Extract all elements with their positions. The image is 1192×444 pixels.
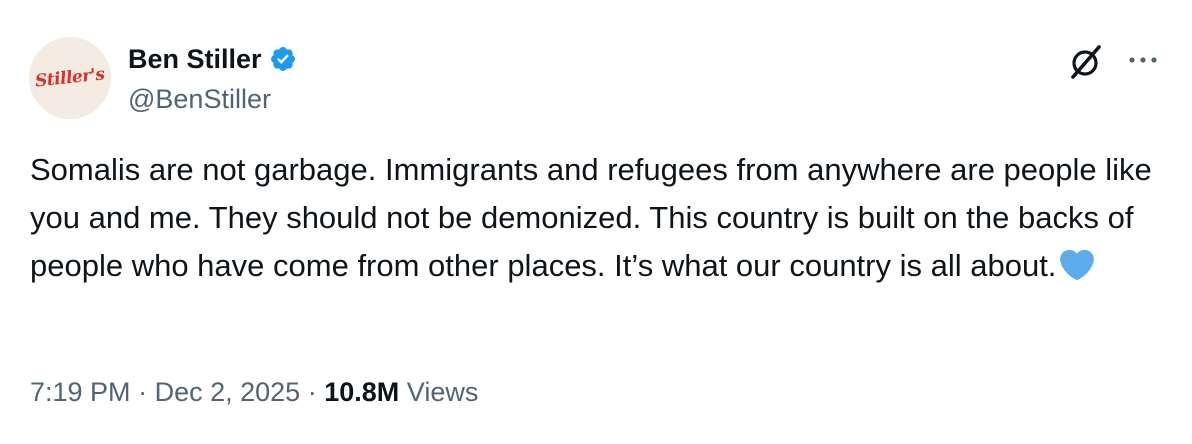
grok-icon[interactable]	[1066, 42, 1106, 82]
views-label: Views	[406, 377, 479, 407]
meta-separator: ·	[307, 377, 317, 407]
tweet-timestamp[interactable]: 7:19 PM · Dec 2, 2025	[30, 377, 300, 407]
author-name-row: Ben Stiller	[128, 42, 297, 76]
author-display-name[interactable]: Ben Stiller	[128, 42, 262, 76]
tweet-meta: 7:19 PM · Dec 2, 2025 · 10.8M Views	[30, 372, 478, 412]
tweet-text: Somalis are not garbage. Immigrants and …	[30, 146, 1170, 290]
author-handle[interactable]: @BenStiller	[128, 82, 271, 116]
tweet-card: Stiller's Ben Stiller @BenStiller Somali…	[0, 0, 1192, 444]
meta-separator: ·	[138, 377, 148, 407]
tweet-body: Somalis are not garbage. Immigrants and …	[30, 152, 1152, 283]
verified-badge-icon[interactable]	[269, 45, 297, 73]
blue-heart-icon	[1060, 249, 1095, 281]
avatar-logo-text: Stiller's	[34, 64, 106, 92]
avatar[interactable]: Stiller's	[29, 37, 111, 119]
views-count[interactable]: 10.8M	[324, 377, 399, 407]
more-options-icon[interactable]	[1124, 48, 1162, 74]
tweet-time: 7:19 PM	[30, 377, 131, 407]
tweet-date: Dec 2, 2025	[154, 377, 301, 407]
